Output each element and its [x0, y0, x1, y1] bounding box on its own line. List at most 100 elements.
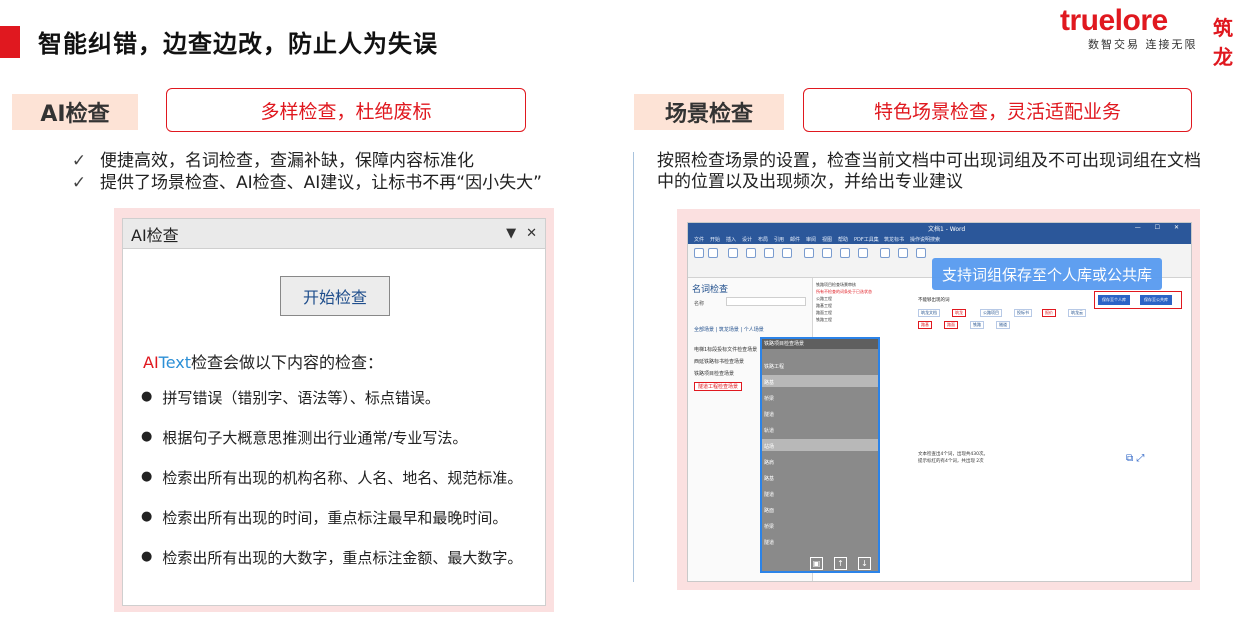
scene-item[interactable]: 西延铁路标书检查场景 [694, 358, 744, 365]
word-chip[interactable]: 筑龙文档 [918, 309, 940, 317]
word-chip[interactable]: 投标书 [1014, 309, 1032, 317]
check-icon: ✓ [71, 173, 87, 193]
scene-item[interactable]: 电梯1标段投标文件检查场景 [694, 346, 757, 353]
float-item[interactable]: 路基 [764, 475, 774, 482]
scene-item[interactable]: 铁路项目检查场景 [694, 370, 734, 377]
list-item: ● 根据句子大概意思推测出行业通常/专业写法。 [141, 427, 531, 467]
page-title: 智能纠错，边查边改，防止人为失误 [38, 30, 438, 58]
ribbon-icon[interactable] [822, 248, 832, 258]
ribbon-icon[interactable] [746, 248, 756, 258]
ribbon-icon[interactable] [898, 248, 908, 258]
list-item: ● 检索出所有出现的机构名称、人名、地名、规范标准。 [141, 467, 531, 507]
word-chip[interactable]: 铁路 [970, 321, 984, 329]
menu-item[interactable]: 筑龙标书 [884, 236, 904, 243]
ribbon-icon[interactable] [728, 248, 738, 258]
word-titlebar: 文档1 - Word — ☐ ✕ [688, 223, 1191, 235]
ribbon-icon[interactable] [916, 248, 926, 258]
word-chip[interactable]: 隧道 [996, 321, 1010, 329]
ribbon-icon[interactable] [858, 248, 868, 258]
menu-item[interactable]: 布局 [758, 236, 768, 243]
float-item[interactable]: 铁路工程 [764, 363, 784, 370]
ai-check-panel: AI检查 ▼ ✕ 开始检查 AIText检查会做以下内容的检查： ● 拼写错误（错… [122, 218, 546, 606]
menu-item[interactable]: 开始 [710, 236, 720, 243]
save-personal-button[interactable]: 保存至个人库 [1098, 295, 1130, 305]
float-item[interactable]: 路基 [764, 379, 774, 386]
bullet-dot-icon: ● [141, 549, 153, 564]
logo-slogan: 数智交易 连接无限 [1088, 38, 1198, 51]
float-highlight [762, 375, 878, 387]
window-controls[interactable]: — ☐ ✕ [1135, 224, 1185, 231]
word-chip[interactable]: 路基 [918, 321, 932, 329]
word-chip[interactable]: 筑龙 [952, 309, 966, 317]
bullet-dot-icon: ● [141, 429, 153, 444]
float-item[interactable]: 轨道 [764, 427, 774, 434]
float-item[interactable]: 桥梁 [764, 395, 774, 402]
ribbon-icon[interactable] [764, 248, 774, 258]
menu-item[interactable]: PDF工具集 [854, 236, 879, 243]
bullet-text: 便捷高效，名词检查，查漏补缺，保障内容标准化 [100, 151, 474, 171]
float-item[interactable]: 路肩 [764, 459, 774, 466]
ribbon-icon[interactable] [804, 248, 814, 258]
stats: 文本检查出4个词，出现共430次。 提示标红的有4个词，共出现 2次 [918, 451, 988, 465]
name-input[interactable] [726, 297, 806, 306]
scene-check-callout: 特色场景检查，灵活适配业务 [803, 88, 1192, 132]
float-item[interactable]: 桥梁 [764, 523, 774, 530]
float-item[interactable]: 路面 [764, 507, 774, 514]
menu-item[interactable]: 审阅 [806, 236, 816, 243]
ribbon-icon[interactable] [840, 248, 850, 258]
float-title: 铁路项目检查场景 [762, 339, 878, 349]
menu-item[interactable]: 邮件 [790, 236, 800, 243]
ai-check-items: ● 拼写错误（错别字、语法等）、标点错误。 ● 根据句子大概意思推测出行业通常/专业… [141, 387, 531, 587]
chip-row: 路基 路面 铁路 隧道 [918, 321, 1168, 331]
menu-item[interactable]: 文件 [694, 236, 704, 243]
bullet-text: 提供了场景检查、AI检查、AI建议，让标书不再“因小失大” [100, 173, 542, 193]
name-label: 名称 [694, 301, 705, 307]
scene-check-tag: 场景检查 [634, 94, 784, 130]
scene-tabs[interactable]: 全部场景 | 筑龙场景 | 个人场景 [694, 326, 764, 333]
menu-item[interactable]: 帮助 [838, 236, 848, 243]
scene-item-selected[interactable]: 隧道工程检查场景 [694, 382, 743, 391]
start-check-button[interactable]: 开始检查 [280, 276, 390, 316]
ribbon-icon[interactable] [694, 248, 704, 258]
word-chip[interactable]: 路面 [944, 321, 958, 329]
list-item-text: 检索出所有出现的时间，重点标注最早和最晚时间。 [162, 509, 508, 527]
ai-check-tag: AI检查 [12, 94, 138, 130]
menu-item[interactable]: 引用 [774, 236, 784, 243]
bullet-dot-icon: ● [141, 469, 153, 484]
float-item[interactable]: 隧道 [764, 411, 774, 418]
title-accent-bar [0, 26, 20, 58]
doc-line: 铁路项目检查场景审核 [816, 282, 856, 287]
intro-rest: 检查会做以下内容的检查： [191, 353, 384, 372]
must-not-label: 不能够出现的词 [918, 298, 950, 303]
list-item: ● 检索出所有出现的时间，重点标注最早和最晚时间。 [141, 507, 531, 547]
save-public-button[interactable]: 保存至公共库 [1140, 295, 1172, 305]
ribbon-icon[interactable] [782, 248, 792, 258]
arrow-up-icon[interactable]: ↑ [834, 557, 847, 570]
menu-item[interactable]: 插入 [726, 236, 736, 243]
stats-line: 文本检查出4个词，出现共430次。 [918, 452, 988, 457]
menu-item[interactable]: 设计 [742, 236, 752, 243]
stats-line: 提示标红的有4个词，共出现 2次 [918, 459, 984, 464]
word-chip[interactable]: 筑龙云 [1068, 309, 1086, 317]
float-item[interactable]: 隧道 [764, 491, 774, 498]
float-item[interactable]: 站场 [764, 443, 774, 450]
export-icons[interactable]: ⧉ ⤢ [1126, 453, 1144, 464]
dropdown-arrow-icon[interactable]: ▼ [506, 226, 516, 241]
arrow-down-icon[interactable]: ↓ [858, 557, 871, 570]
ai-intro: AIText检查会做以下内容的检查： [143, 349, 383, 373]
float-item[interactable]: 隧道 [764, 539, 774, 546]
word-chip[interactable]: 报价 [1042, 309, 1056, 317]
doc-line[interactable]: 路基工程 [816, 302, 916, 309]
ribbon-icon[interactable] [880, 248, 890, 258]
bullet-dot-icon: ● [141, 509, 153, 524]
doc-line[interactable]: 铁路工程 [816, 316, 916, 323]
doc-line[interactable]: 路面工程 [816, 309, 916, 316]
word-chip[interactable]: 公路项目 [980, 309, 1002, 317]
ribbon-icon[interactable] [708, 248, 718, 258]
ai-panel-header: AI检查 ▼ ✕ [123, 219, 545, 249]
menu-item[interactable]: 视图 [822, 236, 832, 243]
doc-line[interactable]: 公路工程 [816, 295, 916, 302]
menu-item[interactable]: 操作说明搜索 [910, 236, 940, 243]
close-icon[interactable]: ✕ [526, 226, 537, 241]
view-icon[interactable]: ▣ [810, 557, 823, 570]
